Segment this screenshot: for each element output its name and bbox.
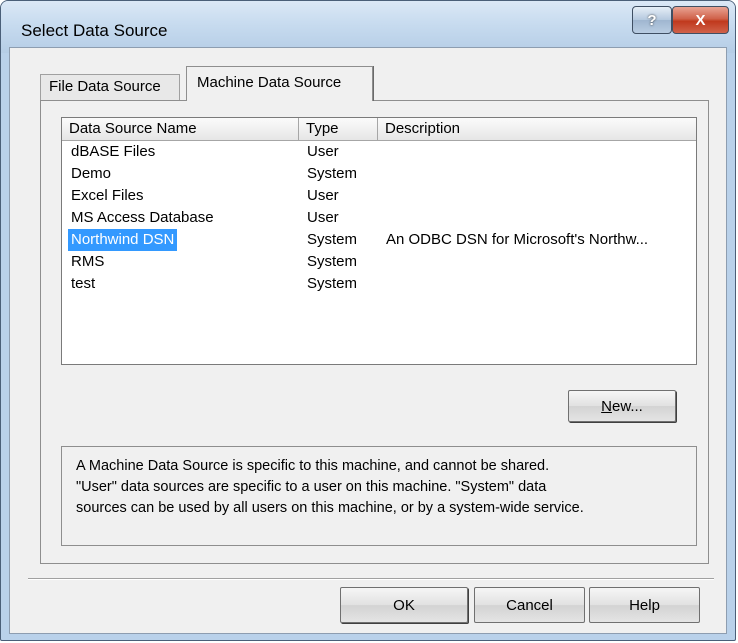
list-item-type: System	[307, 165, 358, 182]
list-item[interactable]: MS Access Database User	[62, 207, 696, 229]
list-item-name: RMS	[71, 253, 105, 270]
cancel-button[interactable]: Cancel	[474, 587, 585, 623]
list-item[interactable]: Demo System	[62, 163, 696, 185]
info-text-line: "User" data sources are specific to a us…	[76, 479, 547, 495]
machine-data-source-panel: Data Source Name Type Description dBASE …	[40, 100, 709, 564]
list-item-name: Excel Files	[71, 187, 144, 204]
list-item-type: System	[307, 275, 358, 292]
list-item-type: User	[307, 143, 339, 160]
list-item-description: An ODBC DSN for Microsoft's Northw...	[386, 231, 649, 248]
list-item[interactable]: test System	[62, 273, 696, 295]
dialog-title: Select Data Source	[21, 21, 168, 40]
ok-button[interactable]: OK	[340, 587, 468, 623]
info-text-line: sources can be used by all users on this…	[76, 500, 584, 516]
title-help-button[interactable]: ?	[632, 6, 672, 34]
list-item[interactable]: Excel Files User	[62, 185, 696, 207]
list-header: Data Source Name Type Description	[62, 118, 696, 141]
question-mark-icon: ?	[647, 11, 657, 29]
button-separator	[28, 578, 714, 580]
title-bar[interactable]: Select Data Source ? X	[1, 1, 735, 53]
tab-machine-data-source[interactable]: Machine Data Source	[186, 66, 373, 101]
new-button[interactable]: New...	[568, 390, 676, 422]
title-close-button[interactable]: X	[672, 6, 729, 34]
list-item-selected[interactable]: Northwind DSN System An ODBC DSN for Mic…	[62, 229, 696, 251]
list-item-type: System	[307, 253, 358, 270]
list-item-type: User	[307, 209, 339, 226]
close-icon: X	[695, 11, 706, 29]
list-item[interactable]: dBASE Files User	[62, 141, 696, 163]
new-button-label: ew...	[611, 397, 643, 415]
info-box: A Machine Data Source is specific to thi…	[61, 446, 697, 546]
column-header-name[interactable]: Data Source Name	[62, 118, 299, 140]
list-item-type: User	[307, 187, 339, 204]
help-button[interactable]: Help	[589, 587, 700, 623]
tab-file-data-source[interactable]: File Data Source	[40, 74, 180, 100]
list-item-name: Northwind DSN	[68, 229, 178, 251]
data-source-list[interactable]: Data Source Name Type Description dBASE …	[61, 117, 697, 365]
list-item-name: test	[71, 275, 96, 292]
list-item[interactable]: RMS System	[62, 251, 696, 273]
select-data-source-dialog: Select Data Source ? X File Data Source …	[0, 0, 736, 641]
new-button-mnemonic: N	[601, 397, 612, 415]
info-text-line: A Machine Data Source is specific to thi…	[76, 458, 550, 474]
list-item-name: dBASE Files	[71, 143, 156, 160]
list-item-name: Demo	[71, 165, 112, 182]
column-header-type[interactable]: Type	[299, 118, 378, 140]
dialog-client-area: File Data Source Machine Data Source Dat…	[9, 47, 727, 634]
column-header-description[interactable]: Description	[378, 118, 696, 140]
list-item-name: MS Access Database	[71, 209, 214, 226]
list-item-type: System	[307, 231, 358, 248]
